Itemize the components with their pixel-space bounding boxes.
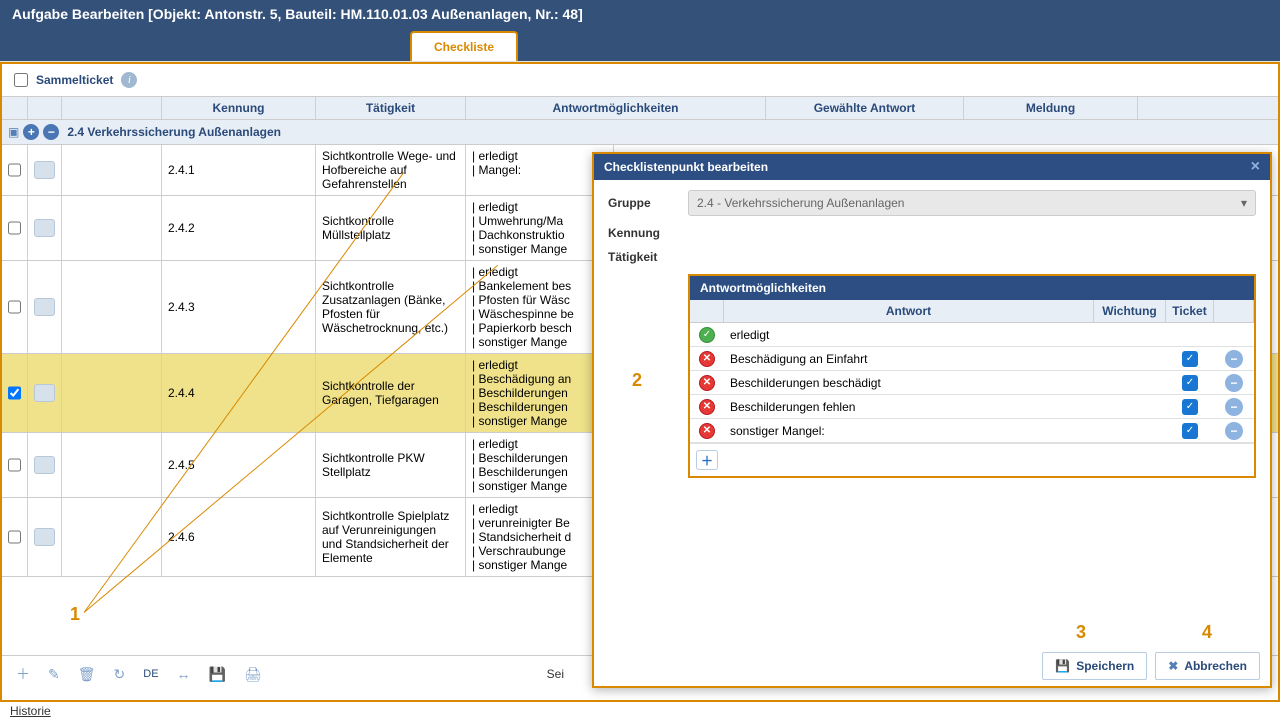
callout-3: 3 bbox=[1076, 622, 1086, 643]
gruppe-label: Gruppe bbox=[608, 196, 688, 210]
save-button[interactable]: 💾Speichern bbox=[1042, 652, 1147, 680]
dialog-title-bar: Checklistenpunkt bearbeiten × bbox=[594, 154, 1270, 180]
drag-handle[interactable] bbox=[34, 161, 55, 179]
callout-1: 1 bbox=[70, 604, 80, 625]
error-icon: ✕ bbox=[699, 351, 715, 367]
row-checkbox[interactable] bbox=[8, 300, 21, 314]
toolbar-print-icon[interactable]: 🖨 bbox=[244, 666, 262, 683]
tab-bar: Checkliste bbox=[0, 28, 1280, 62]
answer-text: erledigt bbox=[724, 328, 1094, 342]
toolbar-delete-icon[interactable]: 🗑 bbox=[78, 666, 96, 683]
remove-answer-button[interactable]: − bbox=[1225, 374, 1243, 392]
sammelticket-checkbox[interactable] bbox=[14, 73, 28, 87]
answer-row[interactable]: ✕ Beschädigung an Einfahrt ✓ − bbox=[690, 347, 1254, 371]
historie-link[interactable]: Historie bbox=[10, 704, 51, 718]
drag-handle[interactable] bbox=[34, 219, 55, 237]
toolbar-refresh-icon[interactable]: ↻ bbox=[114, 666, 126, 683]
cancel-icon: ✖ bbox=[1168, 659, 1178, 673]
group-label: 2.4 Verkehrssicherung Außenanlagen bbox=[63, 125, 281, 139]
col-taetigkeit[interactable]: Tätigkeit bbox=[316, 97, 466, 119]
answer-text: Beschädigung an Einfahrt bbox=[724, 352, 1094, 366]
drag-handle[interactable] bbox=[34, 456, 55, 474]
toolbar-add-icon[interactable]: ＋ bbox=[16, 664, 30, 684]
ticket-checkbox[interactable]: ✓ bbox=[1182, 351, 1198, 367]
save-icon: 💾 bbox=[1055, 659, 1070, 673]
row-taetigkeit: Sichtkontrolle Spielplatz auf Verunreini… bbox=[316, 498, 466, 576]
grid-header: Kennung Tätigkeit Antwortmöglichkeiten G… bbox=[2, 97, 1278, 120]
group-row[interactable]: ▣ + − 2.4 Verkehrssicherung Außenanlagen bbox=[2, 120, 1278, 145]
ticket-checkbox[interactable]: ✓ bbox=[1182, 423, 1198, 439]
answer-text: sonstiger Mangel: bbox=[724, 424, 1094, 438]
toolbar-edit-icon[interactable]: ✎ bbox=[48, 666, 60, 683]
row-checkbox[interactable] bbox=[8, 221, 21, 235]
info-icon[interactable]: i bbox=[121, 72, 137, 88]
row-kennung: 2.4.5 bbox=[162, 433, 316, 497]
page-label: Sei bbox=[547, 667, 564, 681]
kennung-label: Kennung bbox=[608, 226, 688, 240]
row-checkbox[interactable] bbox=[8, 458, 21, 472]
remove-answer-button[interactable]: − bbox=[1225, 398, 1243, 416]
add-answer-button[interactable]: ＋ bbox=[696, 450, 718, 470]
taetigkeit-label: Tätigkeit bbox=[608, 250, 688, 264]
add-icon[interactable]: + bbox=[23, 124, 39, 140]
answer-row[interactable]: ✕ Beschilderungen fehlen ✓ − bbox=[690, 395, 1254, 419]
answers-panel-title: Antwortmöglichkeiten bbox=[690, 276, 1254, 300]
tab-checkliste[interactable]: Checkliste bbox=[410, 31, 518, 61]
remove-answer-button[interactable]: − bbox=[1225, 422, 1243, 440]
toolbar-lang[interactable]: DE bbox=[143, 668, 158, 680]
row-kennung: 2.4.6 bbox=[162, 498, 316, 576]
row-kennung: 2.4.3 bbox=[162, 261, 316, 353]
answer-row[interactable]: ✓ erledigt bbox=[690, 323, 1254, 347]
close-icon[interactable]: × bbox=[1251, 158, 1260, 176]
row-kennung: 2.4.4 bbox=[162, 354, 316, 432]
ticket-checkbox[interactable]: ✓ bbox=[1182, 375, 1198, 391]
error-icon: ✕ bbox=[699, 399, 715, 415]
row-taetigkeit: Sichtkontrolle der Garagen, Tiefgaragen bbox=[316, 354, 466, 432]
toolbar-save-icon[interactable]: 💾 bbox=[209, 666, 226, 683]
col-gewaehlt[interactable]: Gewählte Antwort bbox=[766, 97, 964, 119]
col-kennung[interactable]: Kennung bbox=[162, 97, 316, 119]
row-kennung: 2.4.1 bbox=[162, 145, 316, 195]
cancel-button[interactable]: ✖Abbrechen bbox=[1155, 652, 1260, 680]
drag-handle[interactable] bbox=[34, 298, 55, 316]
dialog-title: Checklistenpunkt bearbeiten bbox=[604, 160, 768, 174]
remove-icon[interactable]: − bbox=[43, 124, 59, 140]
col-antwort[interactable]: Antwortmöglichkeiten bbox=[466, 97, 766, 119]
row-kennung: 2.4.2 bbox=[162, 196, 316, 260]
row-checkbox[interactable] bbox=[8, 163, 21, 177]
row-taetigkeit: Sichtkontrolle Zusatzanlagen (Bänke, Pfo… bbox=[316, 261, 466, 353]
row-taetigkeit: Sichtkontrolle Müllstellplatz bbox=[316, 196, 466, 260]
callout-2: 2 bbox=[632, 370, 642, 391]
sammelticket-label: Sammelticket bbox=[36, 73, 113, 87]
answer-row[interactable]: ✕ sonstiger Mangel: ✓ − bbox=[690, 419, 1254, 443]
row-checkbox[interactable] bbox=[8, 386, 21, 400]
ok-icon: ✓ bbox=[699, 327, 715, 343]
edit-dialog: Checklistenpunkt bearbeiten × Gruppe 2.4… bbox=[592, 152, 1272, 688]
row-checkbox[interactable] bbox=[8, 530, 21, 544]
answer-text: Beschilderungen fehlen bbox=[724, 400, 1094, 414]
answers-col-wichtung[interactable]: Wichtung bbox=[1094, 300, 1166, 322]
answers-col-ticket[interactable]: Ticket bbox=[1166, 300, 1214, 322]
answers-col-antwort[interactable]: Antwort bbox=[724, 300, 1094, 322]
window-title: Aufgabe Bearbeiten [Objekt: Antonstr. 5,… bbox=[0, 0, 1280, 28]
answers-panel: Antwortmöglichkeiten Antwort Wichtung Ti… bbox=[688, 274, 1256, 478]
drag-handle[interactable] bbox=[34, 384, 55, 402]
remove-answer-button[interactable]: − bbox=[1225, 350, 1243, 368]
toolbar-move-icon[interactable]: ↔ bbox=[177, 666, 191, 682]
gruppe-select[interactable]: 2.4 - Verkehrssicherung Außenanlagen ▾ bbox=[688, 190, 1256, 216]
answer-text: Beschilderungen beschädigt bbox=[724, 376, 1094, 390]
chevron-down-icon: ▾ bbox=[1241, 196, 1247, 210]
answer-row[interactable]: ✕ Beschilderungen beschädigt ✓ − bbox=[690, 371, 1254, 395]
col-meldung[interactable]: Meldung bbox=[964, 97, 1138, 119]
callout-4: 4 bbox=[1202, 622, 1212, 643]
row-taetigkeit: Sichtkontrolle PKW Stellplatz bbox=[316, 433, 466, 497]
sammelticket-row: Sammelticket i bbox=[2, 64, 1278, 96]
ticket-checkbox[interactable]: ✓ bbox=[1182, 399, 1198, 415]
drag-handle[interactable] bbox=[34, 528, 55, 546]
error-icon: ✕ bbox=[699, 423, 715, 439]
error-icon: ✕ bbox=[699, 375, 715, 391]
